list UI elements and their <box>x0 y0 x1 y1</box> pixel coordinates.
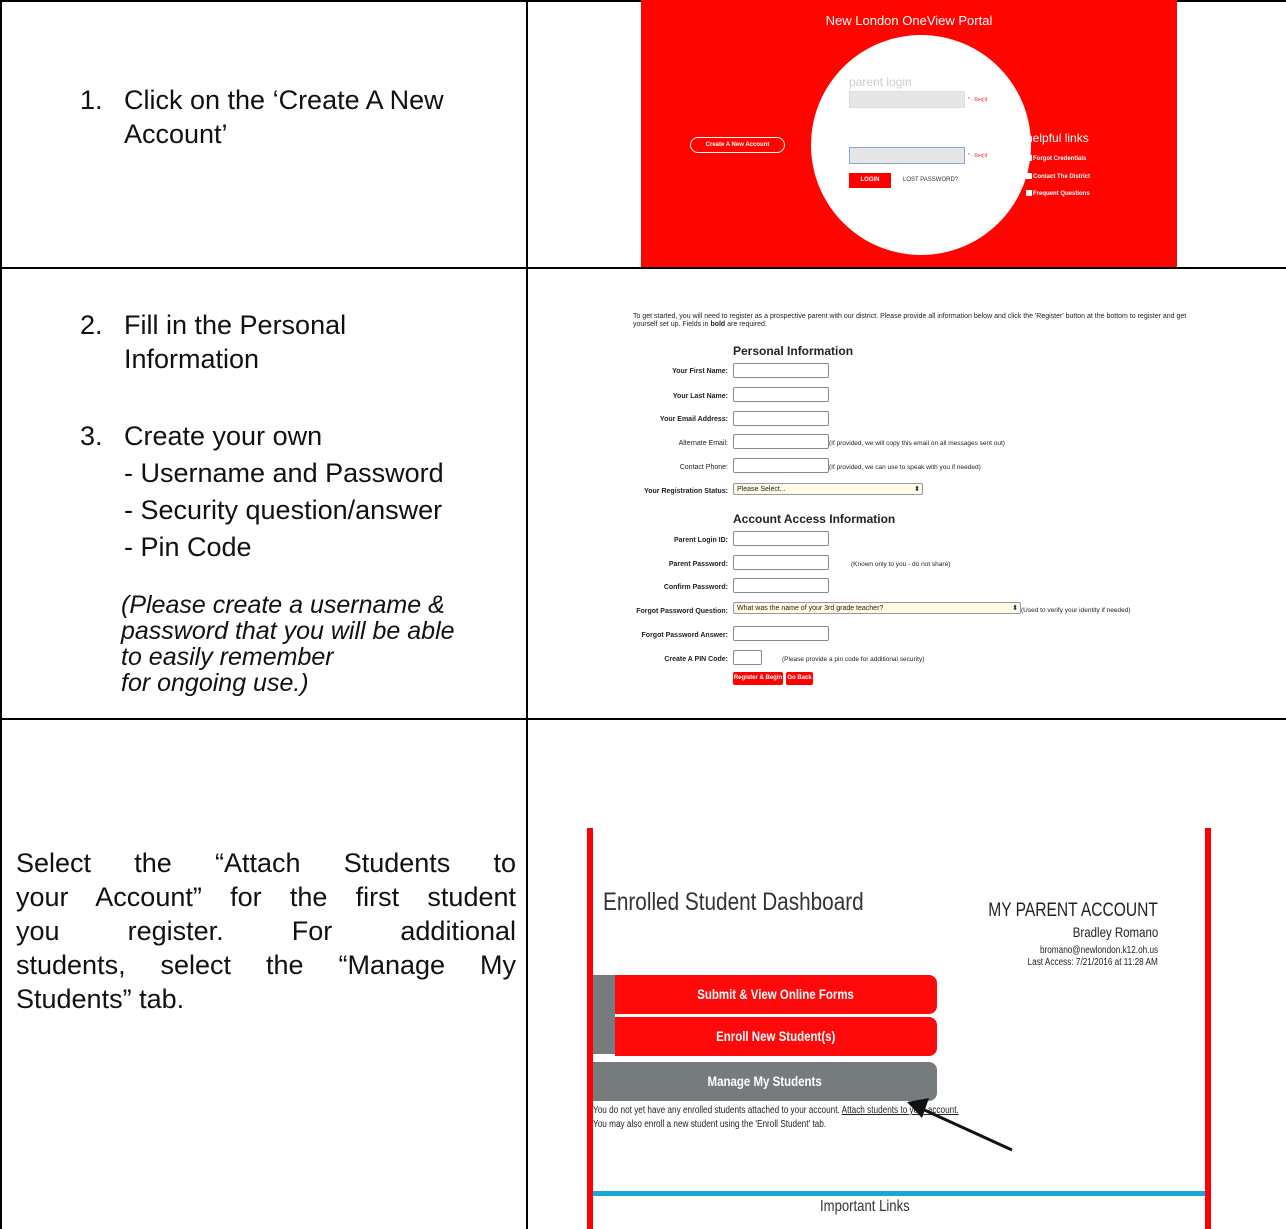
important-links-heading: Important Links <box>820 1198 910 1215</box>
email-label: Your Email Address: <box>659 416 728 423</box>
register-button[interactable]: Register & Begin <box>733 672 783 685</box>
step-number: 3. <box>80 421 103 451</box>
checkbox-icon <box>1026 190 1032 196</box>
tab-manage-students[interactable]: Manage My Students <box>593 1062 937 1101</box>
question-note: (Used to verify your identity if needed) <box>1021 607 1131 614</box>
portal-title: New London OneView Portal <box>825 13 993 28</box>
last-access: Last Access: 7/21/2016 at 11:28 AM <box>1027 957 1158 968</box>
login-id-label: Parent Login ID: <box>673 537 728 544</box>
step-1: 1. Click on the ‘Create A New Account’ <box>80 83 520 153</box>
account-heading: MY PARENT ACCOUNT <box>988 900 1158 921</box>
personal-info-heading: Personal Information <box>733 344 854 358</box>
arrow-annotation-icon <box>907 1098 1013 1152</box>
last-name-label: Your Last Name: <box>672 393 728 400</box>
reg-status-label: Your Registration Status: <box>644 488 728 495</box>
user-name: Bradley Romano <box>1072 924 1158 940</box>
pin-note: (Please provide a pin code for additiona… <box>782 656 925 663</box>
access-info-heading: Account Access Information <box>733 512 896 526</box>
lost-password-link[interactable]: LOST PASSWORD? <box>903 177 958 183</box>
table-row-divider <box>0 718 1286 720</box>
helpful-link-frequent-questions[interactable]: Frequent Questions <box>1026 190 1090 197</box>
tab-side-gray <box>593 975 615 1054</box>
answer-label: Forgot Password Answer: <box>641 632 728 639</box>
reg-status-select[interactable]: Please Select... ⬍ <box>733 483 923 495</box>
required-marker: * - Req'd <box>968 97 988 103</box>
password-note: (Known only to you - do not share) <box>851 561 951 568</box>
table-row-divider <box>0 267 1286 269</box>
select-arrow-icon: ⬍ <box>914 486 920 493</box>
last-name-input[interactable] <box>733 387 829 402</box>
step-number: 1. <box>80 85 103 115</box>
important-links-divider <box>593 1191 1205 1196</box>
checkbox-icon <box>1026 155 1032 161</box>
email-input[interactable] <box>733 411 829 426</box>
question-label: Forgot Password Question: <box>636 608 728 615</box>
select-arrow-icon: ⬍ <box>1012 605 1018 612</box>
required-marker: * - Req'd <box>968 153 988 159</box>
confirm-password-label: Confirm Password: <box>663 584 728 591</box>
helpful-links-title: helpful links <box>1026 131 1089 145</box>
create-account-button[interactable]: Create A New Account <box>690 137 785 153</box>
tab-online-forms[interactable]: Submit & View Online Forms <box>615 975 937 1014</box>
enroll-hint-message: You may also enroll a new student using … <box>593 1119 827 1130</box>
helpful-link-forgot-credentials[interactable]: Forgot Credentials <box>1026 155 1086 162</box>
checkbox-icon <box>1026 173 1032 179</box>
step-3: 3. Create your own - Username and Passwor… <box>80 418 520 568</box>
password-label: Parent Password: <box>668 561 728 568</box>
step-text: Create your own - Username and Password - … <box>124 421 444 562</box>
user-email: bromano@newlondon.k12.oh.us <box>1039 945 1158 956</box>
login-button[interactable]: LOGIN <box>849 173 891 188</box>
form-intro: To get started, you will need to registe… <box>633 313 1187 328</box>
step-2: 2. Fill in the Personal Information <box>80 308 520 378</box>
phone-input[interactable] <box>733 458 829 473</box>
first-name-input[interactable] <box>733 363 829 378</box>
helpful-link-contact-district[interactable]: Contact The District <box>1026 173 1090 180</box>
dashboard-title: Enrolled Student Dashboard <box>603 888 864 916</box>
dashboard-right-bar <box>1205 828 1211 1229</box>
attach-students-instructions: Select the “Attach Students to your Acco… <box>16 848 516 1014</box>
go-back-button[interactable]: Go Back <box>786 672 813 685</box>
password-input-field[interactable] <box>733 555 829 570</box>
table-border-middle <box>526 0 528 1229</box>
pin-input[interactable] <box>733 650 762 665</box>
phone-label: Contact Phone: <box>679 464 728 471</box>
username-input[interactable] <box>849 91 965 108</box>
answer-input[interactable] <box>733 626 829 641</box>
login-id-input[interactable] <box>733 531 829 546</box>
tab-enroll-student[interactable]: Enroll New Student(s) <box>615 1017 937 1056</box>
password-input[interactable] <box>849 147 965 164</box>
username-note: (Please create a username & password that… <box>121 591 455 697</box>
question-select[interactable]: What was the name of your 3rd grade teac… <box>733 602 1021 614</box>
alt-email-input[interactable] <box>733 434 829 449</box>
login-circle: parent login * - Req'd * - Req'd LOGIN L… <box>811 35 1031 255</box>
step-text: Click on the ‘Create A New Account’ <box>124 85 444 149</box>
first-name-label: Your First Name: <box>672 368 728 375</box>
step-number: 2. <box>80 310 103 340</box>
pin-label: Create A PIN Code: <box>664 656 728 663</box>
login-portal-screenshot: New London OneView Portal Create A New A… <box>641 0 1177 267</box>
login-heading: parent login <box>849 75 912 89</box>
phone-note: (If provided, we can use to speak with y… <box>829 464 981 471</box>
table-border-left <box>0 0 2 1229</box>
confirm-password-input[interactable] <box>733 578 829 593</box>
step-text: Fill in the Personal Information <box>124 310 347 374</box>
alt-email-note: (If provided, we will copy this email on… <box>829 440 1005 447</box>
alt-email-label: Alternate Email: <box>678 440 728 447</box>
